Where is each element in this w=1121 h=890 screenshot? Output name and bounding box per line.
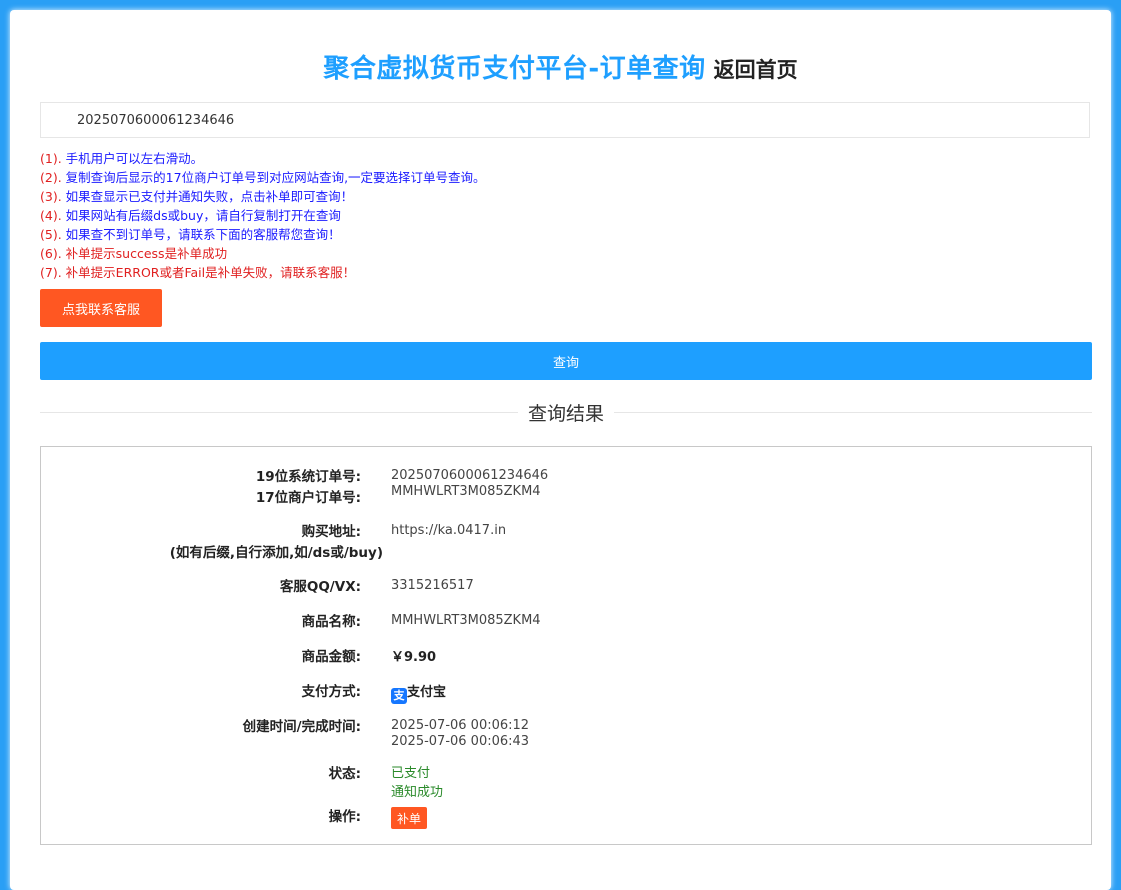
buy-url-note: (如有后缀,自行添加,如/ds或/buy) — [169, 545, 383, 561]
home-link[interactable]: 返回首页 — [714, 58, 798, 82]
instructions-list: (1). 手机用户可以左右滑动。 (2). 复制查询后显示的17位商户订单号到对… — [40, 149, 1090, 282]
note-number: (7). — [40, 265, 62, 280]
contact-support-button[interactable]: 点我联系客服 — [40, 289, 162, 327]
result-heading: 查询结果 — [517, 399, 615, 426]
result-divider: 查询结果 — [40, 399, 1092, 426]
note-number: (3). — [40, 189, 62, 204]
page-title: 聚合虚拟货币支付平台-订单查询 — [323, 54, 706, 84]
query-button[interactable]: 查询 — [40, 342, 1092, 380]
buy-url-label: 购买地址: — [301, 524, 361, 540]
note-text: 手机用户可以左右滑动。 — [65, 151, 204, 166]
note-number: (4). — [40, 208, 62, 223]
created-time: 2025-07-06 00:06:12 — [391, 718, 530, 733]
order-search-input[interactable] — [40, 102, 1090, 138]
product-value: MMHWLRT3M085ZKM4 — [391, 613, 541, 628]
repair-order-button[interactable]: 补单 — [391, 807, 428, 829]
completed-time: 2025-07-06 00:06:43 — [391, 734, 530, 749]
merchant-order-value: MMHWLRT3M085ZKM4 — [391, 484, 541, 499]
note-item: (3). 如果查显示已支付并通知失败，点击补单即可查询！ — [40, 187, 1090, 206]
time-label: 创建时间/完成时间: — [242, 719, 361, 735]
product-label: 商品名称: — [301, 614, 361, 630]
status-label: 状态: — [328, 766, 361, 782]
note-text: 复制查询后显示的17位商户订单号到对应网站查询,一定要选择订单号查询。 — [65, 170, 486, 185]
pay-method-text: 支付宝 — [407, 685, 447, 700]
sys-order-label: 19位系统订单号: — [255, 469, 361, 485]
note-number: (6). — [40, 246, 62, 261]
pay-method-value: 支支付宝 — [391, 685, 446, 704]
note-number: (1). — [40, 151, 62, 166]
order-result-panel: 19位系统订单号: 17位商户订单号: 2025070600061234646 … — [40, 446, 1092, 845]
note-number: (2). — [40, 170, 62, 185]
merchant-order-label: 17位商户订单号: — [255, 490, 361, 506]
pay-method-label: 支付方式: — [301, 684, 361, 700]
service-label: 客服QQ/VX: — [279, 579, 361, 595]
action-label: 操作: — [328, 809, 361, 825]
sys-order-value: 2025070600061234646 — [391, 468, 549, 483]
note-item: (1). 手机用户可以左右滑动。 — [40, 149, 1090, 168]
amount-value: ￥9.90 — [391, 650, 437, 665]
note-item: (2). 复制查询后显示的17位商户订单号到对应网站查询,一定要选择订单号查询。 — [40, 168, 1090, 187]
note-item: (7). 补单提示ERROR或者Fail是补单失败，请联系客服！ — [40, 263, 1090, 282]
status-paid: 已支付 — [391, 766, 431, 781]
note-number: (5). — [40, 227, 62, 242]
alipay-icon: 支 — [391, 688, 407, 704]
note-item: (5). 如果查不到订单号，请联系下面的客服帮您查询！ — [40, 225, 1090, 244]
status-notify: 通知成功 — [391, 785, 444, 800]
note-text: 如果查不到订单号，请联系下面的客服帮您查询！ — [65, 227, 341, 242]
page-header: 聚合虚拟货币支付平台-订单查询 返回首页 — [10, 48, 1111, 85]
note-text: 补单提示ERROR或者Fail是补单失败，请联系客服！ — [65, 265, 356, 280]
note-text: 如果查显示已支付并通知失败，点击补单即可查询！ — [65, 189, 354, 204]
service-value: 3315216517 — [391, 578, 474, 593]
note-text: 补单提示success是补单成功 — [65, 246, 228, 261]
buy-url-value: https://ka.0417.in — [391, 523, 507, 538]
note-item: (6). 补单提示success是补单成功 — [40, 244, 1090, 263]
main-card: 聚合虚拟货币支付平台-订单查询返回首页 (1). 手机用户可以左右滑动。 (2)… — [10, 10, 1111, 890]
note-text: 如果网站有后缀ds或buy，请自行复制打开在查询 — [65, 208, 341, 223]
amount-label: 商品金额: — [301, 649, 361, 665]
note-item: (4). 如果网站有后缀ds或buy，请自行复制打开在查询 — [40, 206, 1090, 225]
